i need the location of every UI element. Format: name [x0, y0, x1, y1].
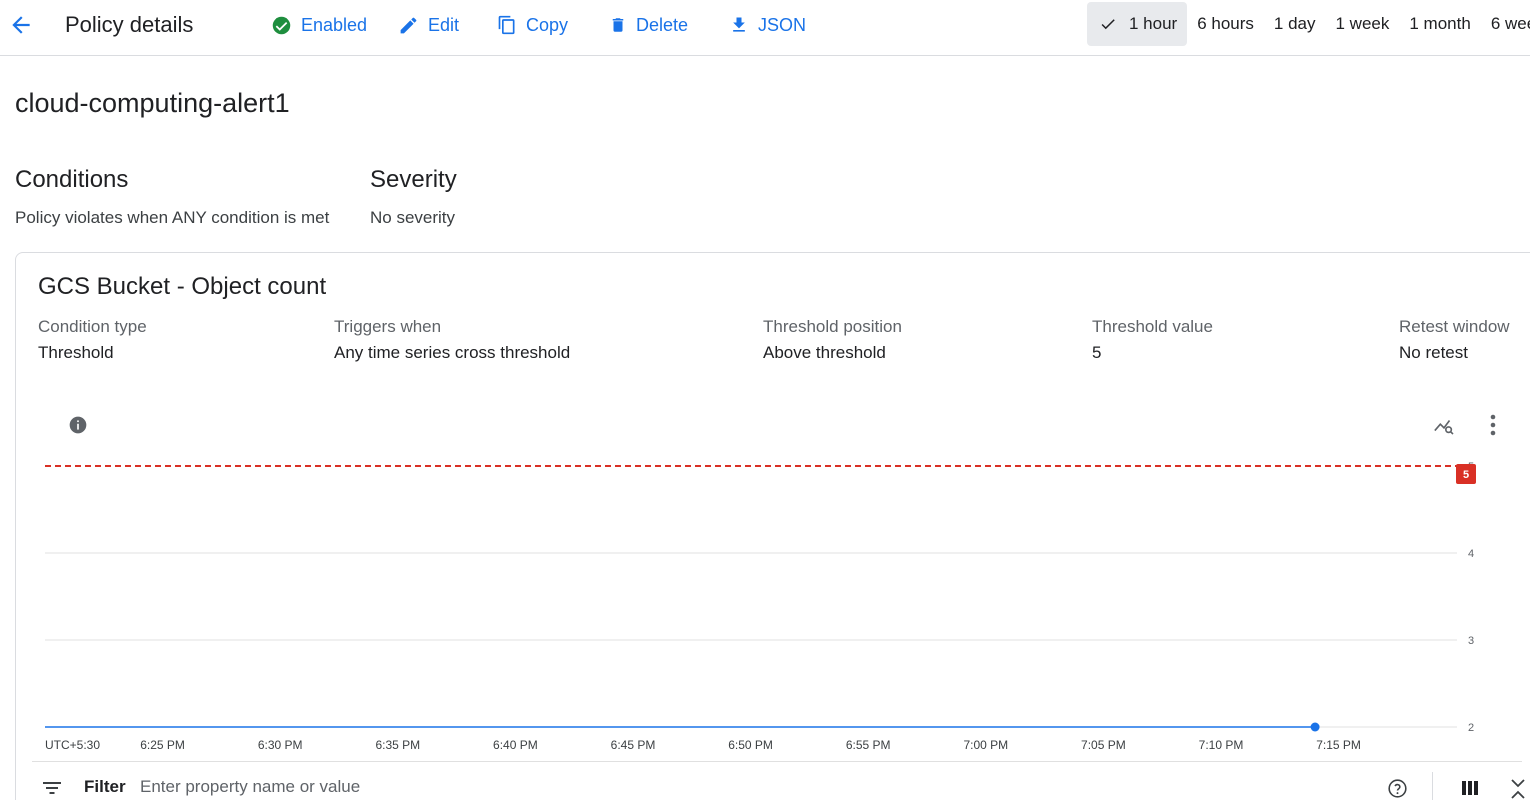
x-tick-label: 6:25 PM — [140, 738, 185, 752]
filter-icon-button[interactable] — [40, 776, 64, 800]
divider — [1432, 772, 1433, 800]
help-button[interactable] — [1385, 776, 1409, 800]
collapse-button[interactable] — [1506, 776, 1530, 800]
unfold-less-icon — [1511, 779, 1525, 799]
x-tick-label: 7:10 PM — [1199, 738, 1244, 752]
x-tick-label: 6:55 PM — [846, 738, 891, 752]
copy-button[interactable]: Copy — [497, 13, 568, 37]
top-toolbar: Policy details Enabled Edit Copy Delete … — [0, 0, 1530, 56]
json-label: JSON — [758, 14, 807, 35]
download-icon — [733, 17, 745, 32]
x-tick-label: 7:15 PM — [1316, 738, 1361, 752]
filter-bar: Filter — [32, 761, 1525, 800]
time-range-selector: 1 hour 6 hours 1 day 1 week 1 month 6 we… — [1087, 2, 1530, 46]
check-circle-icon — [272, 16, 291, 34]
y-tick-label: 4 — [1468, 548, 1474, 560]
delete-label: Delete — [636, 14, 689, 35]
page-title: Policy details — [65, 12, 194, 37]
time-range-1-month[interactable]: 1 month — [1409, 2, 1470, 46]
json-download-button[interactable]: JSON — [729, 13, 806, 37]
threshold-badge-label: 5 — [1463, 469, 1469, 481]
help-icon — [1387, 778, 1407, 798]
pencil-icon — [400, 17, 417, 33]
column-display-button[interactable] — [1458, 776, 1482, 800]
time-range-6-weeks[interactable]: 6 weeks — [1491, 2, 1530, 46]
x-tick-label: 6:35 PM — [375, 738, 420, 752]
x-tick-label: 6:45 PM — [611, 738, 656, 752]
filter-list-icon — [43, 782, 61, 794]
severity-heading: Severity — [370, 166, 457, 193]
policy-name: cloud-computing-alert1 — [15, 88, 290, 118]
series-point — [1310, 722, 1320, 732]
enabled-label: Enabled — [301, 14, 368, 35]
time-range-1-day[interactable]: 1 day — [1274, 2, 1316, 46]
trash-icon — [612, 18, 624, 32]
time-range-label: 1 hour — [1129, 14, 1178, 33]
condition-card: GCS Bucket - Object count Condition type… — [15, 252, 1530, 800]
x-tick-label: 7:05 PM — [1081, 738, 1126, 752]
back-button[interactable] — [6, 10, 36, 40]
time-range-1-hour[interactable]: 1 hour — [1087, 2, 1188, 46]
y-tick-label: 2 — [1468, 722, 1474, 734]
x-tick-label: 6:40 PM — [493, 738, 538, 752]
time-range-1-week[interactable]: 1 week — [1336, 2, 1390, 46]
delete-button[interactable]: Delete — [609, 13, 688, 37]
copy-icon — [498, 15, 515, 35]
y-tick-label: 3 — [1468, 635, 1474, 647]
time-range-6-hours[interactable]: 6 hours — [1197, 2, 1254, 46]
x-tick-label: 6:50 PM — [728, 738, 773, 752]
filter-input[interactable] — [140, 774, 640, 800]
conditions-description: Policy violates when ANY condition is me… — [15, 208, 330, 227]
filter-label: Filter — [84, 777, 126, 796]
view-column-icon — [1462, 781, 1478, 795]
edit-label: Edit — [428, 14, 460, 35]
conditions-heading: Conditions — [15, 166, 129, 193]
x-tick-label: UTC+5:30 — [45, 738, 100, 752]
check-icon — [1101, 19, 1115, 30]
x-tick-label: 7:00 PM — [963, 738, 1008, 752]
severity-value: No severity — [370, 208, 456, 227]
x-tick-label: 6:30 PM — [258, 738, 303, 752]
enabled-toggle[interactable]: Enabled — [271, 13, 367, 37]
copy-label: Copy — [526, 14, 569, 35]
arrow-back-icon — [12, 16, 30, 34]
edit-button[interactable]: Edit — [398, 13, 459, 37]
object-count-chart: 23455UTC+5:306:25 PM6:30 PM6:35 PM6:40 P… — [45, 461, 1476, 752]
